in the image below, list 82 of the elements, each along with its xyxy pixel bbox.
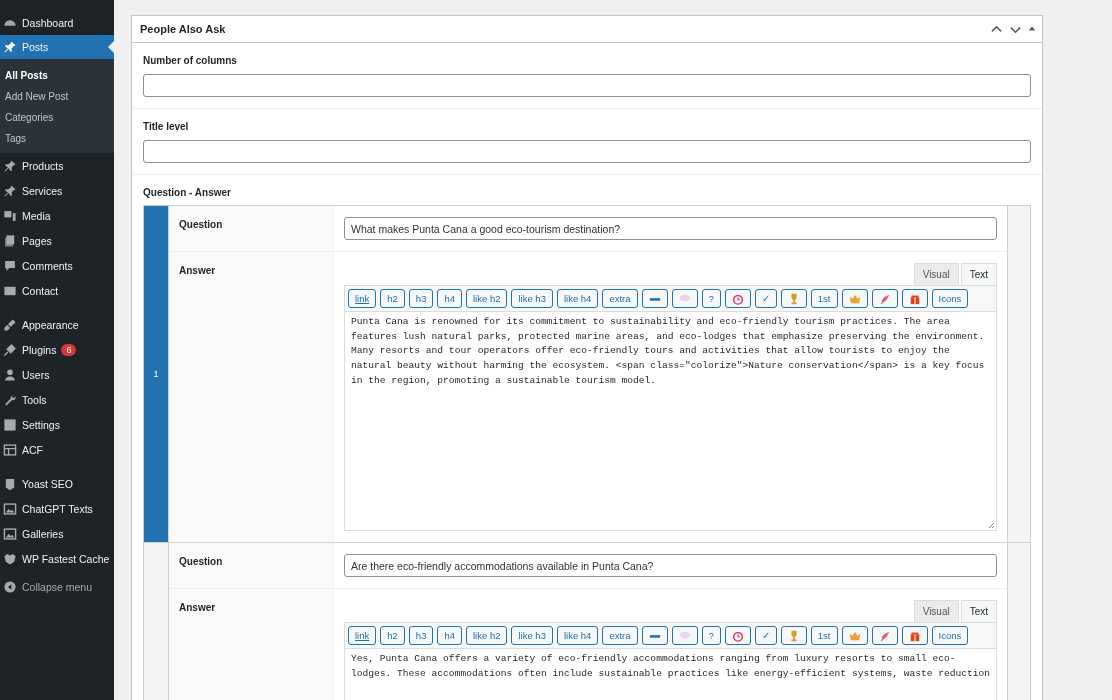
menu-label: Dashboard [22,16,74,29]
update-count-badge: 6 [61,343,77,356]
toolbar-button[interactable]: h3 [408,289,434,308]
menu-label: Tools [22,393,47,406]
menu-label: Appearance [22,318,79,331]
toolbar-button[interactable]: h2 [380,626,405,645]
menu-label: Media [22,209,51,222]
menu-label: ChatGPT Texts [22,502,93,515]
toolbar-button[interactable]: extra [602,289,638,308]
menu-label: Galleries [22,527,64,540]
menu-item[interactable]: Plugins 6 [0,337,114,362]
menu-item[interactable]: Users [0,362,114,387]
link-button[interactable]: link [348,626,377,645]
question-input[interactable]: What makes Punta Cana a good eco-tourism destination? [344,217,998,240]
menu-label: Comments [22,259,73,272]
toolbar-button[interactable]: 1st [810,289,838,308]
menu-item[interactable]: Dashboard [0,10,114,35]
menu-label: Pages [22,234,52,247]
menu-label: Products [22,159,64,172]
menu-item[interactable]: WP Fastest Cache [0,546,114,571]
toolbar-button[interactable]: h4 [437,626,462,645]
menu-item[interactable]: Products [0,153,114,178]
subfield-label: Question [169,206,334,251]
menu-label: Plugins [22,343,57,356]
menu-label: Settings [22,418,60,431]
collapse-menu-button[interactable]: Collapse menu [0,574,114,599]
menu-label: ACF [22,443,43,456]
menu-item[interactable]: ACF [0,437,114,462]
menu-item[interactable]: Posts [0,35,114,59]
row-number: 1 [153,369,159,379]
toolbar-button[interactable]: like h2 [466,626,508,645]
menu-label: Users [22,368,50,381]
menu-label: Contact [22,284,59,297]
toolbar-button[interactable]: 1st [810,626,838,645]
menu-item[interactable]: Galleries [0,521,114,546]
toolbar-button[interactable]: like h4 [556,626,599,645]
submenu-item[interactable]: All Posts [0,65,114,86]
menu-item[interactable]: Pages [0,228,114,253]
menu-item[interactable]: Media [0,203,114,228]
subfield-label: Answer [169,252,334,542]
menu-label: Services [22,184,63,197]
field-label: Number of columns [143,55,238,66]
submenu-item[interactable]: Add New Post [0,86,114,107]
submenu-item[interactable]: Tags [0,128,114,149]
field-label: Question - Answer [143,187,232,198]
menu-item[interactable]: ChatGPT Texts [0,496,114,521]
field-label: Title level [143,121,190,132]
toolbar-button[interactable]: like h3 [511,289,553,308]
subfield-label: Question [169,543,334,588]
editor-tab[interactable]: Text [960,600,998,622]
submenu-item[interactable]: Categories [0,107,114,128]
toolbar-button[interactable]: ? [701,626,721,645]
editor-tab[interactable]: Visual [913,263,959,285]
toolbar-button[interactable]: h4 [437,289,462,308]
menu-item[interactable]: Appearance [0,312,114,337]
link-button[interactable]: link [348,289,377,308]
row-handle[interactable]: 1 [144,206,169,542]
toolbar-button[interactable]: h3 [408,626,434,645]
menu-item[interactable]: Contact [0,278,114,303]
subfield-label: Answer [169,589,334,700]
menu-item[interactable]: Comments [0,253,114,278]
toolbar-button[interactable]: Icons [931,626,969,645]
editor-tab[interactable]: Visual [913,600,959,622]
toolbar-button[interactable]: h2 [380,289,405,308]
menu-item[interactable]: Services [0,178,114,203]
toolbar-button[interactable]: extra [602,626,638,645]
editor-tab[interactable]: Text [960,263,998,285]
menu-label: WP Fastest Cache [22,552,110,565]
menu-item[interactable]: Yoast SEO [0,471,114,496]
toolbar-button[interactable]: Icons [931,289,969,308]
menu-label: Yoast SEO [22,477,73,490]
question-input[interactable]: Are there eco-friendly accommodations available in Punta Cana? [344,554,998,577]
toolbar-button[interactable]: like h3 [511,626,553,645]
toolbar-button[interactable]: ? [701,289,721,308]
toolbar-button[interactable]: ✓ [754,289,777,308]
menu-item[interactable]: Settings [0,412,114,437]
toolbar-button[interactable]: like h4 [556,289,599,308]
menu-item[interactable]: Tools [0,387,114,412]
menu-label: Posts [22,41,49,53]
toolbar-button[interactable]: ✓ [754,626,777,645]
toolbar-button[interactable]: like h2 [466,289,508,308]
panel-title: People Also Ask [140,23,226,35]
